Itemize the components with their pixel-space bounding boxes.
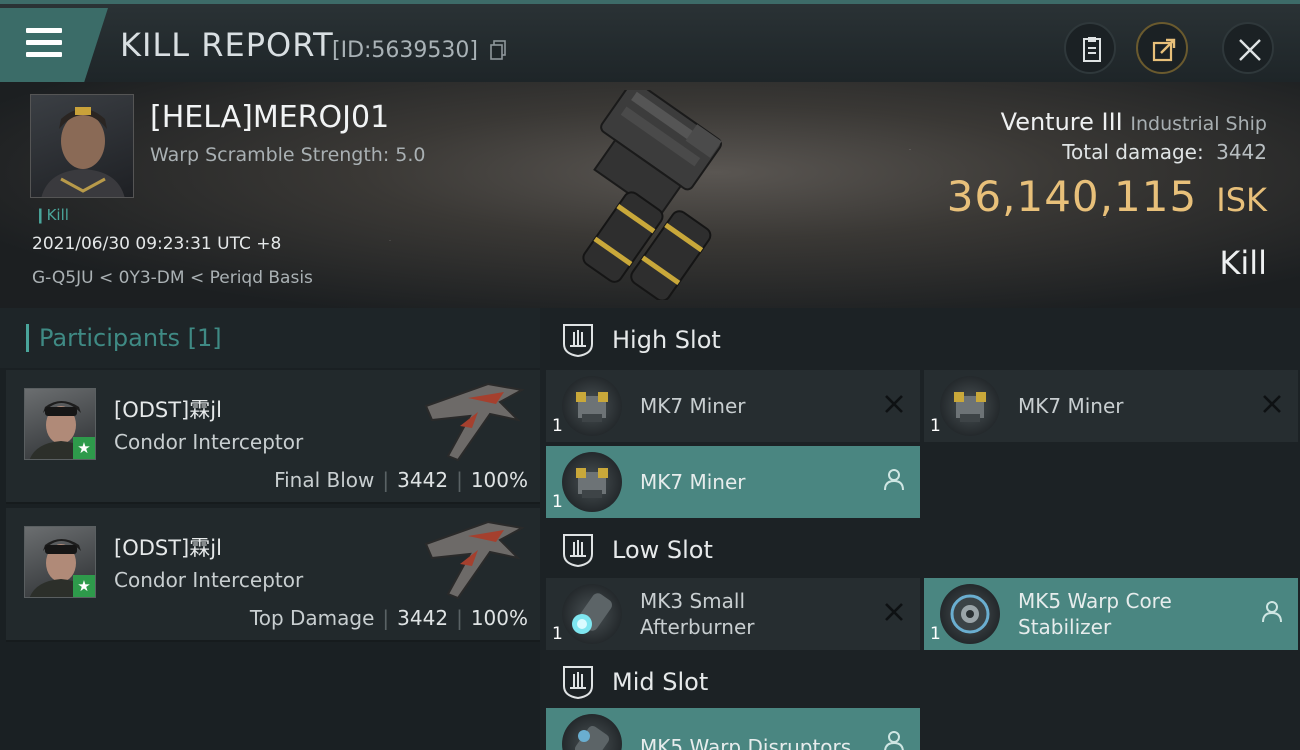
participant-name[interactable]: [ODST]霖jl <box>114 394 222 424</box>
ship-info: Venture III Industrial Ship <box>1001 108 1267 136</box>
total-damage: Total damage: 3442 <box>1062 140 1267 164</box>
warp-disruptor-module-icon <box>562 714 622 750</box>
share-button[interactable] <box>1136 22 1188 74</box>
victim-summary: [HELA]MEROJ01 Warp Scramble Strength: 5.… <box>0 82 1300 308</box>
warp-core-stabilizer-icon <box>940 584 1000 644</box>
module-name: MK3 Small Afterburner <box>640 589 755 639</box>
interceptor-ship-icon <box>424 520 525 600</box>
destroyed-x-icon <box>885 395 903 413</box>
ship-name[interactable]: Venture III <box>1001 108 1123 136</box>
mid-slot-icon <box>563 666 593 700</box>
top-bar: KILL REPORT [ID:5639530] <box>0 0 1300 82</box>
participant-damage: 3442 <box>397 606 449 630</box>
module-name: MK7 Miner <box>640 394 746 418</box>
total-damage-label: Total damage: <box>1062 140 1204 164</box>
module-item[interactable]: MK5 Warp Disruptors <box>546 708 920 750</box>
destroyed-x-icon <box>1263 395 1281 413</box>
kill-location: G-Q5JU < 0Y3-DM < Periqd Basis <box>32 268 313 288</box>
isk-loss: 36,140,115 ISK <box>947 172 1267 221</box>
participant-row[interactable]: ★ [ODST]霖jl Condor Interceptor Top Damag… <box>6 508 540 642</box>
miner-module-icon <box>562 452 622 512</box>
module-name: MK7 Miner <box>1018 394 1124 418</box>
participant-ship: Condor Interceptor <box>114 568 304 592</box>
destroyed-x-icon <box>885 603 903 621</box>
isk-unit: ISK <box>1216 181 1267 219</box>
kill-report-id: [ID:5639530] <box>332 38 478 63</box>
low-slot-icon <box>563 534 593 568</box>
close-button[interactable] <box>1222 22 1274 74</box>
kill-tag: ❙Kill <box>34 206 69 224</box>
participant-avatar[interactable]: ★ <box>24 526 96 598</box>
close-icon <box>1239 39 1261 61</box>
participants-panel: Participants [1] ★ [ODST]霖jl Condor Inte… <box>0 308 540 750</box>
interceptor-ship-icon <box>424 382 525 462</box>
high-slot-header: High Slot <box>540 308 1300 370</box>
participants-title: Participants [1] <box>26 324 222 352</box>
ship-render <box>582 90 722 300</box>
fitting-panel: High Slot 1 MK7 Miner 1 MK7 Miner 1 MK7 … <box>540 308 1300 750</box>
clipboard-icon <box>1083 37 1101 62</box>
victim-name[interactable]: [HELA]MEROJ01 <box>150 100 389 135</box>
participant-row[interactable]: ★ [ODST]霖jl Condor Interceptor Final Blo… <box>6 370 540 504</box>
module-item[interactable]: 1 MK7 Miner <box>546 370 920 442</box>
module-quantity: 1 <box>552 416 563 436</box>
module-name: MK7 Miner <box>640 470 746 494</box>
participant-percent: 100% <box>470 606 528 630</box>
module-item[interactable]: 1 MK3 Small Afterburner <box>546 578 920 650</box>
report-button[interactable] <box>1064 22 1116 74</box>
high-slot-label: High Slot <box>612 326 721 354</box>
person-icon <box>884 731 904 750</box>
victim-avatar[interactable] <box>30 94 134 198</box>
afterburner-module-icon <box>562 584 622 644</box>
ship-class: Industrial Ship <box>1130 113 1267 135</box>
kill-timestamp: 2021/06/30 09:23:31 UTC +8 <box>32 234 282 254</box>
participant-stats: Final Blow | 3442 | 100% <box>274 468 528 492</box>
total-damage-value: 3442 <box>1216 140 1267 164</box>
share-icon <box>1152 38 1176 62</box>
module-quantity: 1 <box>552 624 563 644</box>
miner-module-icon <box>940 376 1000 436</box>
participant-stats: Top Damage | 3442 | 100% <box>249 606 528 630</box>
mid-slot-header: Mid Slot <box>540 650 1300 712</box>
isk-value: 36,140,115 <box>946 172 1198 221</box>
participant-ship: Condor Interceptor <box>114 430 304 454</box>
miner-module-icon <box>562 376 622 436</box>
page-title: KILL REPORT <box>120 26 334 64</box>
module-name: MK5 Warp Core Stabilizer <box>1018 589 1172 639</box>
participant-role: Final Blow <box>274 468 375 492</box>
participant-percent: 100% <box>470 468 528 492</box>
copy-icon[interactable] <box>489 40 507 60</box>
module-item[interactable]: 1 MK5 Warp Core Stabilizer <box>924 578 1298 650</box>
kill-result: Kill <box>1219 244 1267 282</box>
participant-name[interactable]: [ODST]霖jl <box>114 532 222 562</box>
module-quantity: 1 <box>930 624 941 644</box>
warp-scramble-strength: Warp Scramble Strength: 5.0 <box>150 144 426 166</box>
participant-damage: 3442 <box>397 468 449 492</box>
participants-header: Participants [1] <box>0 308 540 368</box>
hamburger-menu-icon <box>26 28 62 58</box>
module-item[interactable]: 1 MK7 Miner <box>924 370 1298 442</box>
high-slot-icon <box>563 324 593 358</box>
module-name: MK5 Warp Disruptors <box>640 735 852 750</box>
menu-button[interactable] <box>0 8 108 82</box>
person-icon <box>884 469 904 491</box>
star-icon: ★ <box>73 575 95 597</box>
module-item[interactable]: 1 MK7 Miner <box>546 446 920 518</box>
participant-role: Top Damage <box>249 606 375 630</box>
mid-slot-label: Mid Slot <box>612 668 709 696</box>
pilot-portrait-icon <box>41 107 125 197</box>
person-icon <box>1262 601 1282 623</box>
star-icon: ★ <box>73 437 95 459</box>
low-slot-label: Low Slot <box>612 536 713 564</box>
module-quantity: 1 <box>552 492 563 512</box>
low-slot-header: Low Slot <box>540 518 1300 580</box>
participant-avatar[interactable]: ★ <box>24 388 96 460</box>
module-quantity: 1 <box>930 416 941 436</box>
